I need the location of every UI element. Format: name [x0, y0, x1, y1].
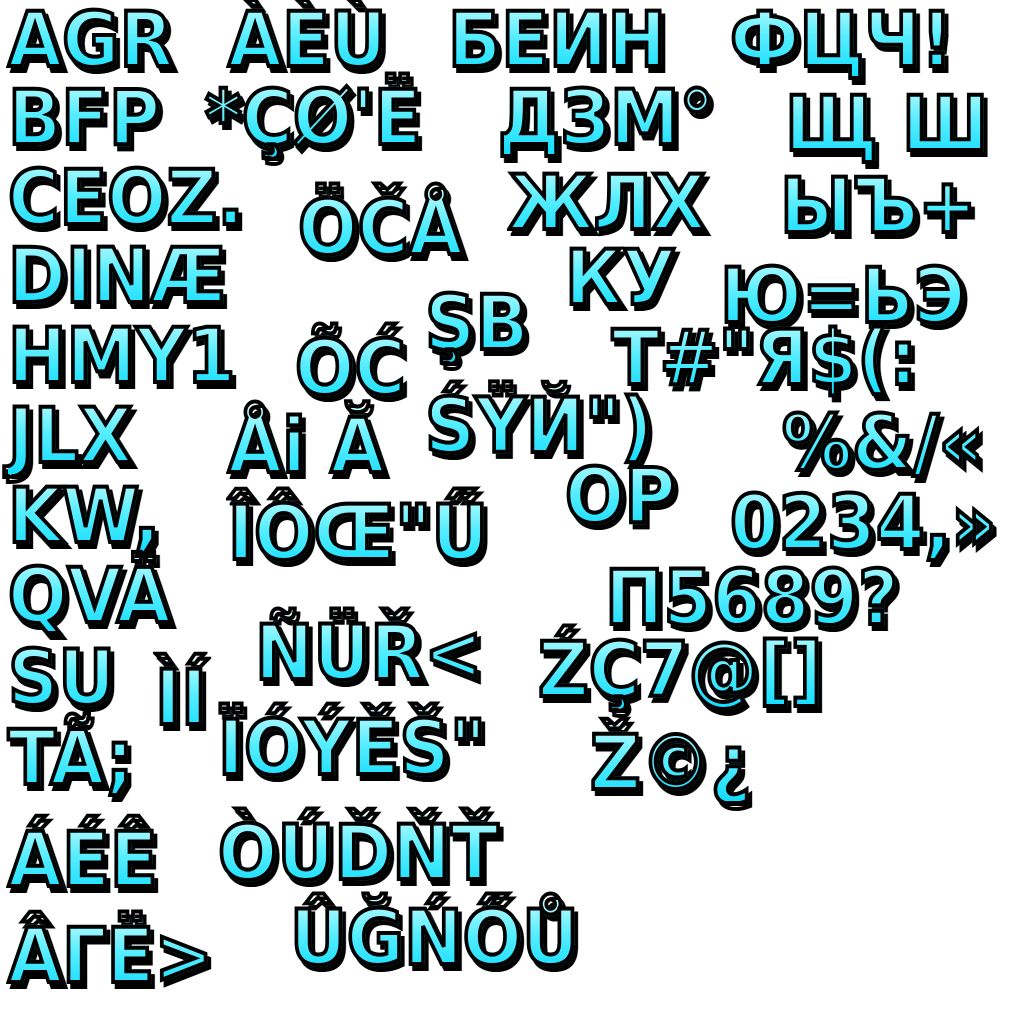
glyph-group: ЖЛХ	[506, 158, 707, 247]
glyph-group: ЫЪ+	[778, 161, 978, 250]
glyph-group: Т#"Я$(:	[610, 313, 919, 402]
glyph-group: *ÇØ'Ë	[203, 73, 423, 162]
glyph-group: ДЗМ°	[496, 73, 716, 162]
glyph-group: ÒÚĎŇŤ	[216, 808, 500, 897]
glyph-group: BFP	[6, 73, 162, 162]
glyph-group: OP	[563, 451, 677, 540]
glyph-atlas: AGR ÀÈÙ БЕИН ФЦЧ! BFP *ÇØ'Ë ДЗМ° Щ Ш CEO…	[0, 0, 1024, 1024]
glyph-group: CEOZ.	[6, 153, 245, 242]
glyph-group: ÕĆ	[293, 323, 407, 412]
glyph-group: DINÆ	[6, 231, 228, 320]
glyph-group: HMY1	[6, 311, 237, 400]
glyph-group: БЕИН	[446, 0, 668, 84]
glyph-group: ÖČÅ	[296, 183, 465, 272]
glyph-group: QVÄ	[6, 551, 173, 640]
glyph-group: SU	[6, 633, 117, 722]
glyph-group: TÃ;	[6, 713, 135, 802]
glyph-group: KW,	[6, 471, 162, 560]
glyph-group: ÂГË>	[6, 911, 215, 1000]
glyph-group: ФЦЧ!	[728, 0, 954, 84]
glyph-group: %&/«	[780, 398, 985, 487]
glyph-group: ÎÔŒ"Ű	[226, 488, 490, 577]
glyph-group: КУ	[563, 233, 678, 322]
glyph-group: ÀÈÙ	[226, 0, 388, 84]
glyph-group: ÌÍ	[153, 653, 209, 742]
glyph-group: JLX	[6, 391, 134, 480]
glyph-group: ÛĞŃŐŮ	[288, 893, 581, 982]
glyph-group: ÁÉÊ	[6, 815, 159, 904]
glyph-group: ŹÇ7@[]	[536, 625, 824, 714]
glyph-group: ÏÓÝĚŠ"	[216, 703, 488, 792]
glyph-group: AGR	[6, 0, 175, 84]
glyph-group: Åi Ă	[226, 401, 386, 490]
glyph-group: 0234,»	[728, 478, 998, 567]
glyph-group: ŞB	[423, 278, 530, 367]
glyph-group: Ž©¿	[588, 718, 753, 807]
glyph-group: ÑÜŘ<	[253, 608, 484, 697]
glyph-group: Щ Ш	[783, 79, 990, 168]
